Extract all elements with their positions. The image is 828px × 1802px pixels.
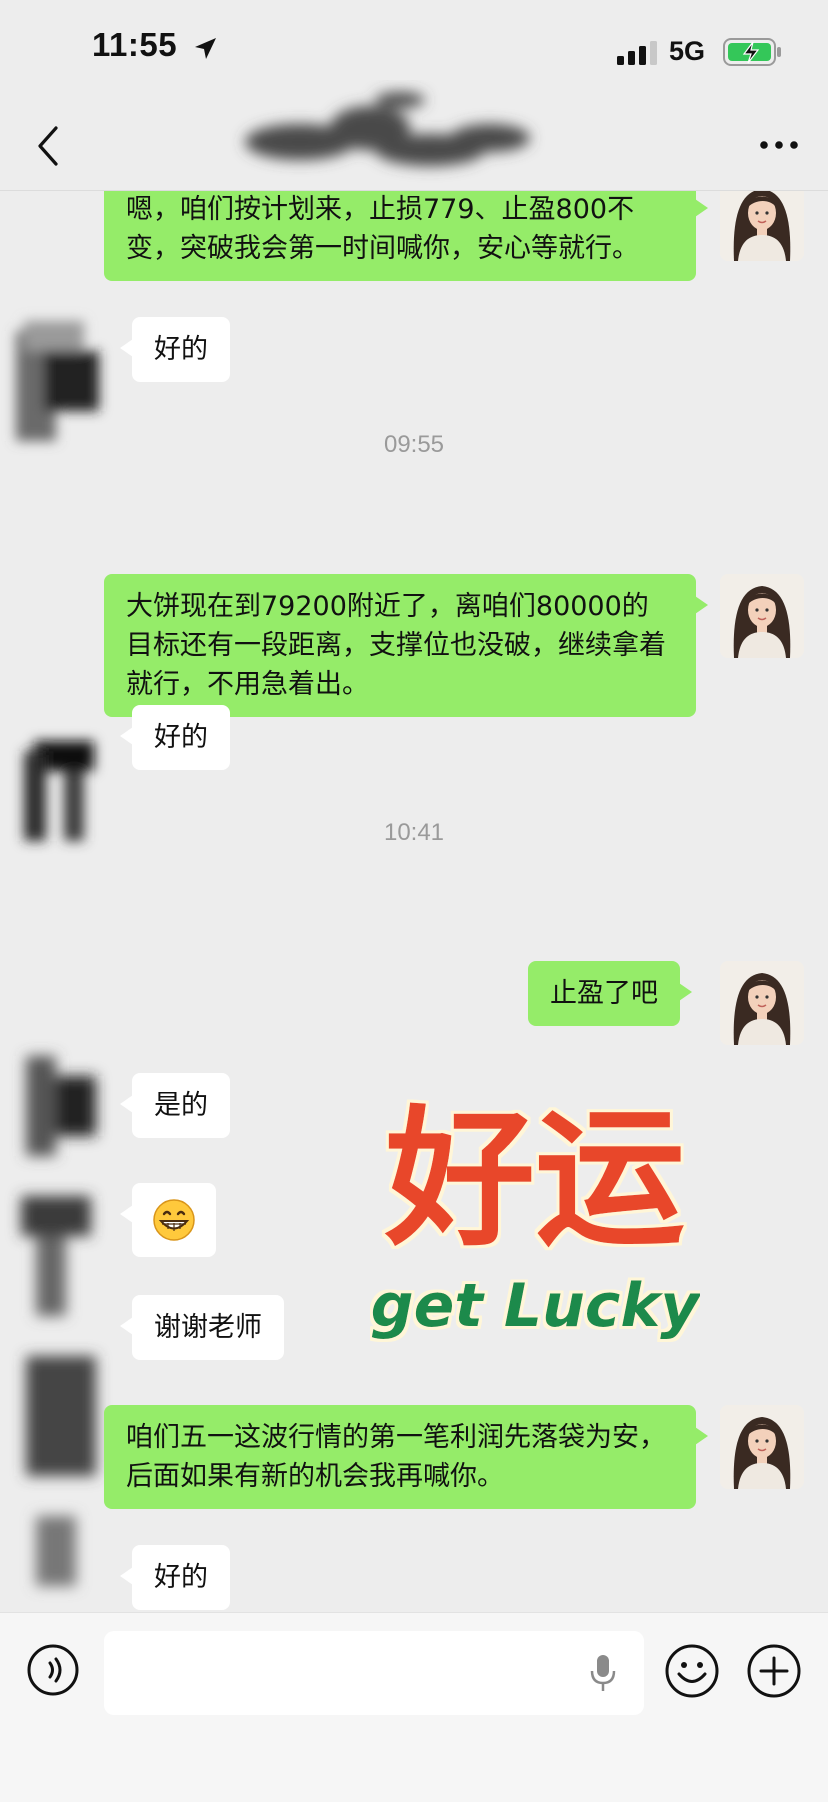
message-bubble-incoming[interactable]: 好的 (120, 317, 230, 382)
message-bubble-incoming-emoji[interactable] (120, 1183, 216, 1257)
time-divider: 10:41 (383, 819, 445, 846)
message-bubble-outgoing[interactable]: 嗯，咱们按计划来，止损779、止盈800不变，突破我会第一时间喊你，安心等就行。 (104, 191, 708, 281)
time-divider: 09:55 (383, 431, 445, 458)
voice-icon[interactable] (26, 1643, 80, 1697)
message-input[interactable] (104, 1631, 644, 1715)
network-label: 5G (669, 36, 706, 66)
woman-portrait-icon (720, 574, 804, 658)
microphone-icon[interactable] (588, 1653, 618, 1693)
message-bubble-outgoing[interactable]: 咱们五一这波行情的第一笔利润先落袋为安，后面如果有新的机会我再喊你。 (104, 1405, 708, 1509)
status-time: 11:55 (92, 26, 178, 63)
message-bubble-incoming[interactable]: 好的 (120, 1545, 230, 1610)
chat-title-redacted (245, 92, 530, 166)
message-bubble-outgoing[interactable]: 止盈了吧 (528, 961, 692, 1026)
message-bubble-incoming[interactable]: 是的 (120, 1073, 230, 1138)
woman-portrait-icon (720, 961, 804, 1045)
sticker-text-chinese: 好运 (384, 1096, 685, 1267)
message-list[interactable]: 嗯，咱们按计划来，止损779、止盈800不变，突破我会第一时间喊你，安心等就行。… (0, 191, 828, 1611)
my-avatar[interactable] (720, 1405, 804, 1489)
message-bubble-incoming[interactable]: 好的 (120, 705, 230, 770)
my-avatar[interactable] (720, 961, 804, 1045)
input-bar (0, 1612, 828, 1802)
my-avatar[interactable] (720, 191, 804, 261)
message-bubble-outgoing[interactable]: 大饼现在到79200附近了，离咱们80000的目标还有一段距离，支撑位也没破，继… (104, 574, 708, 717)
good-luck-sticker[interactable]: 好运 get Lucky (370, 1096, 700, 1356)
signal-bars-icon (617, 41, 657, 65)
woman-portrait-icon (720, 1405, 804, 1489)
location-arrow-icon (195, 38, 216, 59)
battery-charging-icon (723, 38, 781, 66)
my-avatar[interactable] (720, 574, 804, 658)
back-chevron-icon[interactable] (30, 122, 70, 170)
sticker-text-english: get Lucky (371, 1271, 700, 1341)
grinning-face-icon (153, 1199, 195, 1241)
chat-header (0, 92, 828, 191)
message-bubble-incoming[interactable]: 谢谢老师 (120, 1295, 284, 1360)
woman-portrait-icon (720, 191, 804, 261)
more-dots-icon[interactable] (756, 130, 802, 160)
emoji-icon[interactable] (664, 1643, 720, 1699)
contact-avatar-redacted[interactable] (6, 1036, 116, 1596)
plus-icon[interactable] (746, 1643, 802, 1699)
